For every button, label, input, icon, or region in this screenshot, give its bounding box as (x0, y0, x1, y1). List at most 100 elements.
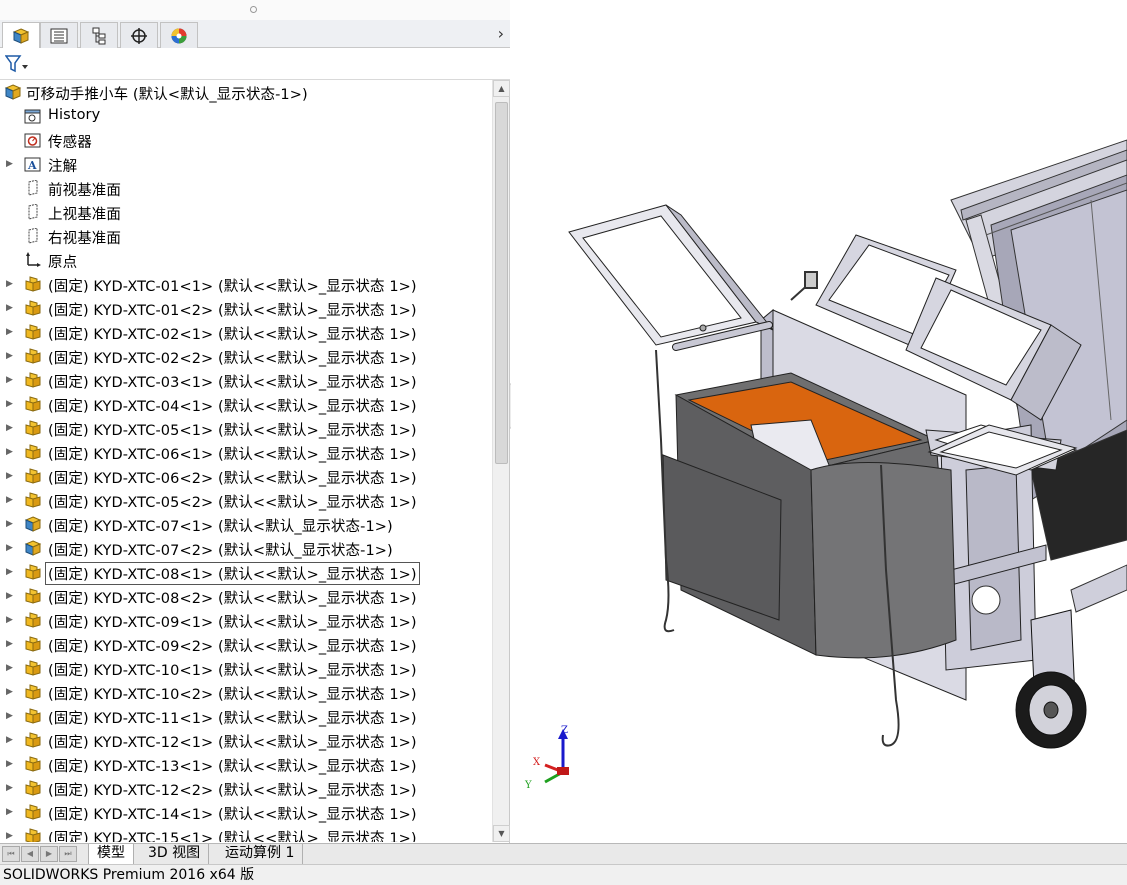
subassembly-icon (24, 828, 42, 842)
expand-arrow-icon[interactable]: ▶ (6, 752, 14, 776)
tree-item[interactable]: ▶ (固定) KYD-XTC-03<1> (默认<<默认>_显示状态 1>) (0, 368, 492, 392)
tree-item[interactable]: ▶ (固定) KYD-XTC-05<1> (默认<<默认>_显示状态 1>) (0, 416, 492, 440)
tree-item[interactable]: 前视基准面 (0, 176, 492, 200)
tablet-left (568, 204, 774, 351)
tab-configuration-manager[interactable] (80, 22, 118, 48)
expand-arrow-icon[interactable]: ▶ (6, 680, 14, 704)
tree-item[interactable]: ▶ (固定) KYD-XTC-01<1> (默认<<默认>_显示状态 1>) (0, 272, 492, 296)
tree-item[interactable]: ▶ (固定) KYD-XTC-02<1> (默认<<默认>_显示状态 1>) (0, 320, 492, 344)
subassembly-icon (24, 732, 42, 748)
tree-item[interactable]: ▶ (固定) KYD-XTC-01<2> (默认<<默认>_显示状态 1>) (0, 296, 492, 320)
expand-arrow-icon[interactable]: ▶ (6, 416, 14, 440)
tree-root-assembly[interactable]: 可移动手推小车 (默认<默认_显示状态-1>) (0, 80, 492, 104)
manager-tabbar: › (0, 20, 510, 49)
scroll-thumb[interactable] (495, 102, 508, 464)
expand-arrow-icon[interactable]: ▶ (6, 704, 14, 728)
expand-arrow-icon[interactable]: ▶ (6, 800, 14, 824)
expand-arrow-icon[interactable]: ▶ (6, 560, 14, 584)
plane-icon (24, 227, 42, 244)
expand-arrow-icon[interactable]: ▶ (6, 728, 14, 752)
expand-arrow-icon[interactable]: ▶ (6, 584, 14, 608)
tree-item-label: (固定) KYD-XTC-02<2> (默认<<默认>_显示状态 1>) (48, 351, 417, 367)
tree-item[interactable]: ▶ (固定) KYD-XTC-06<1> (默认<<默认>_显示状态 1>) (0, 440, 492, 464)
tree-item[interactable]: ▶ (固定) KYD-XTC-07<2> (默认<默认_显示状态-1>) (0, 536, 492, 560)
tree-item[interactable]: ▶ (固定) KYD-XTC-04<1> (默认<<默认>_显示状态 1>) (0, 392, 492, 416)
tab-expand-chevron-icon[interactable]: › (498, 24, 504, 43)
tree-item[interactable]: ▶ (固定) KYD-XTC-12<1> (默认<<默认>_显示状态 1>) (0, 728, 492, 752)
tree-item[interactable]: 传感器 (0, 128, 492, 152)
expand-arrow-icon[interactable]: ▶ (6, 392, 14, 416)
tree-item-label: (固定) KYD-XTC-02<1> (默认<<默认>_显示状态 1>) (48, 327, 417, 343)
tab-3d-view[interactable]: 3D 视图 (140, 844, 210, 864)
subassembly-icon (24, 372, 42, 388)
expand-arrow-icon[interactable]: ▶ (6, 368, 14, 392)
expand-arrow-icon[interactable]: ▶ (6, 776, 14, 800)
tree-item-label: (固定) KYD-XTC-10<1> (默认<<默认>_显示状态 1>) (48, 663, 417, 679)
expand-arrow-icon[interactable]: ▶ (6, 296, 14, 320)
tree-item[interactable]: ▶ (固定) KYD-XTC-09<2> (默认<<默认>_显示状态 1>) (0, 632, 492, 656)
tree-item[interactable]: ▶ (固定) KYD-XTC-13<1> (默认<<默认>_显示状态 1>) (0, 752, 492, 776)
tree-item[interactable]: History (0, 104, 492, 128)
scroll-up-button[interactable]: ▲ (493, 80, 510, 97)
sensor-icon (24, 132, 42, 148)
assembly-icon (24, 516, 42, 532)
view-triad: Z X Y (524, 725, 569, 791)
subassembly-icon (24, 588, 42, 604)
tab-property-manager[interactable] (40, 22, 78, 48)
tree-item-label: (固定) KYD-XTC-14<1> (默认<<默认>_显示状态 1>) (48, 807, 417, 823)
subassembly-icon (24, 804, 42, 820)
expand-arrow-icon[interactable]: ▶ (6, 632, 14, 656)
tree-item-label: (固定) KYD-XTC-08<1> (默认<<默认>_显示状态 1>) (45, 562, 420, 585)
last-tab-button[interactable]: ⏭ (59, 846, 77, 862)
axis-x-label: X (533, 757, 541, 768)
tree-item[interactable]: ▶ (固定) KYD-XTC-08<2> (默认<<默认>_显示状态 1>) (0, 584, 492, 608)
panel-splitter[interactable] (0, 0, 510, 20)
expand-arrow-icon[interactable]: ▶ (6, 344, 14, 368)
expand-arrow-icon[interactable]: ▶ (6, 488, 14, 512)
expand-arrow-icon[interactable]: ▶ (6, 152, 14, 176)
tree-item[interactable]: ▶ (固定) KYD-XTC-10<2> (默认<<默认>_显示状态 1>) (0, 680, 492, 704)
tree-item-label: (固定) KYD-XTC-03<1> (默认<<默认>_显示状态 1>) (48, 375, 417, 391)
expand-arrow-icon[interactable]: ▶ (6, 536, 14, 560)
subassembly-icon (24, 612, 42, 628)
tree-item[interactable]: ▶ (固定) KYD-XTC-09<1> (默认<<默认>_显示状态 1>) (0, 608, 492, 632)
graphics-viewport[interactable]: Z X Y (511, 0, 1127, 843)
expand-arrow-icon[interactable]: ▶ (6, 656, 14, 680)
tab-motion-study[interactable]: 运动算例 1 (217, 844, 304, 864)
scroll-down-button[interactable]: ▼ (493, 825, 510, 842)
expand-arrow-icon[interactable]: ▶ (6, 320, 14, 344)
expand-arrow-icon[interactable]: ▶ (6, 272, 14, 296)
expand-arrow-icon[interactable]: ▶ (6, 512, 14, 536)
expand-arrow-icon[interactable]: ▶ (6, 440, 14, 464)
tab-dimxpert-manager[interactable] (120, 22, 158, 48)
tree-item[interactable]: ▶ (固定) KYD-XTC-07<1> (默认<默认_显示状态-1>) (0, 512, 492, 536)
tree-item[interactable]: ▶ (固定) KYD-XTC-06<2> (默认<<默认>_显示状态 1>) (0, 464, 492, 488)
expand-arrow-icon[interactable]: ▶ (6, 824, 14, 842)
subassembly-icon (24, 684, 42, 700)
tree-item[interactable]: ▶ (固定) KYD-XTC-02<2> (默认<<默认>_显示状态 1>) (0, 344, 492, 368)
plane-icon (24, 179, 42, 196)
tree-item[interactable]: ▶ (固定) KYD-XTC-10<1> (默认<<默认>_显示状态 1>) (0, 656, 492, 680)
prev-tab-button[interactable]: ◀ (21, 846, 39, 862)
subassembly-icon (24, 708, 42, 724)
first-tab-button[interactable]: ⏮ (2, 846, 20, 862)
tree-item[interactable]: ▶ (固定) KYD-XTC-05<2> (默认<<默认>_显示状态 1>) (0, 488, 492, 512)
tree-item[interactable]: 右视基准面 (0, 224, 492, 248)
tree-item[interactable]: ▶ (固定) KYD-XTC-11<1> (默认<<默认>_显示状态 1>) (0, 704, 492, 728)
tree-item[interactable]: ▶ (固定) KYD-XTC-14<1> (默认<<默认>_显示状态 1>) (0, 800, 492, 824)
expand-arrow-icon[interactable]: ▶ (6, 464, 14, 488)
tab-model[interactable]: 模型 (88, 844, 134, 864)
tree-item[interactable]: ▶ (固定) KYD-XTC-08<1> (默认<<默认>_显示状态 1>) (0, 560, 492, 585)
expand-arrow-icon[interactable]: ▶ (6, 608, 14, 632)
tree-item[interactable]: 原点 (0, 248, 492, 272)
funnel-icon[interactable] (4, 55, 29, 77)
tree-item[interactable]: ▶ A 注解 (0, 152, 492, 176)
feature-tree: 可移动手推小车 (默认<默认_显示状态-1>) History 传感器 ▶ A 注解 前视基… (0, 80, 492, 842)
tree-scrollbar[interactable]: ▲ ▼ (492, 80, 510, 842)
tab-feature-manager[interactable] (2, 22, 40, 49)
tree-item[interactable]: 上视基准面 (0, 200, 492, 224)
next-tab-button[interactable]: ▶ (40, 846, 58, 862)
tree-item[interactable]: ▶ (固定) KYD-XTC-12<2> (默认<<默认>_显示状态 1>) (0, 776, 492, 800)
tree-item[interactable]: ▶ (固定) KYD-XTC-15<1> (默认<<默认>_显示状态 1>) (0, 824, 492, 842)
tab-display-manager[interactable] (160, 22, 198, 48)
